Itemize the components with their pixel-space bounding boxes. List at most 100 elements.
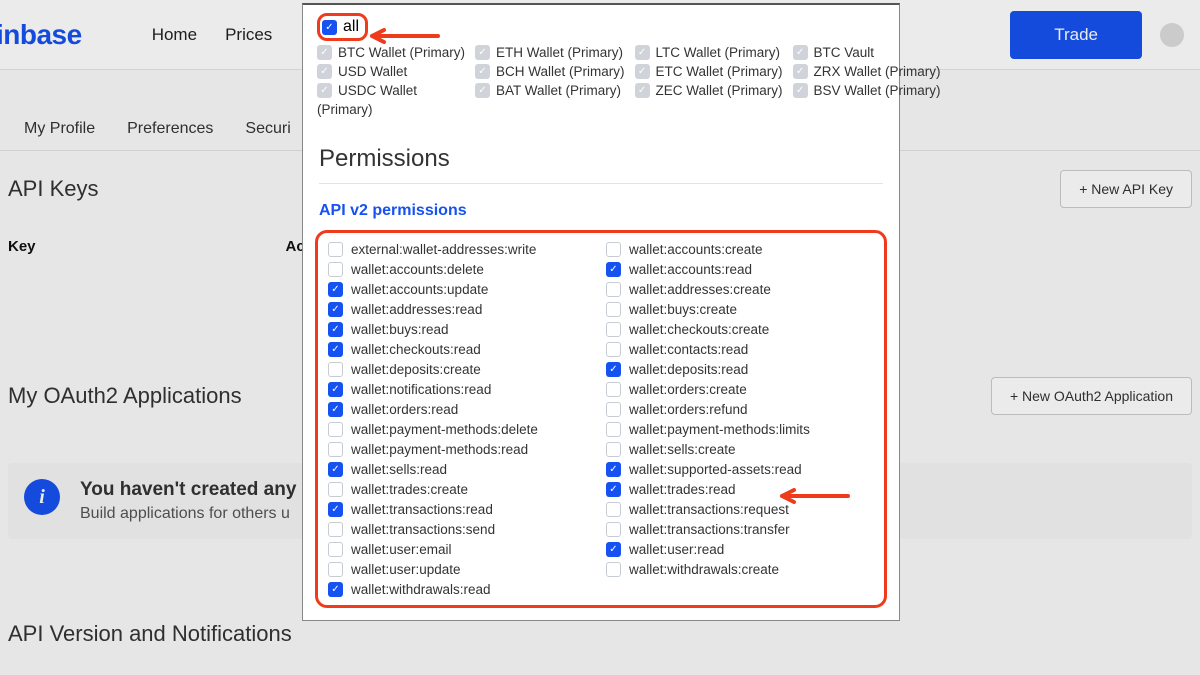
account-item[interactable]: ✓BTC Vault: [793, 45, 941, 60]
trade-button[interactable]: Trade: [1010, 11, 1142, 59]
tab-security[interactable]: Securi: [245, 120, 290, 138]
account-item[interactable]: ✓USDC Wallet: [317, 83, 465, 98]
checkbox-unchecked-icon[interactable]: [328, 562, 343, 577]
checkbox-checked-icon[interactable]: ✓: [606, 542, 621, 557]
account-item[interactable]: ✓ETH Wallet (Primary): [475, 45, 625, 60]
permission-item[interactable]: wallet:payment-methods:read: [328, 439, 596, 459]
permission-item[interactable]: wallet:deposits:create: [328, 359, 596, 379]
tab-my-profile[interactable]: My Profile: [24, 120, 95, 138]
permission-item[interactable]: ✓wallet:sells:read: [328, 459, 596, 479]
permission-item[interactable]: wallet:accounts:delete: [328, 259, 596, 279]
checkbox-checked-icon[interactable]: ✓: [328, 582, 343, 597]
permission-item[interactable]: wallet:orders:refund: [606, 399, 874, 419]
checkbox-unchecked-icon[interactable]: [606, 402, 621, 417]
checkbox-checked-icon[interactable]: ✓: [606, 262, 621, 277]
checkbox-checked-icon[interactable]: ✓: [317, 83, 332, 98]
checkbox-checked-icon[interactable]: ✓: [793, 83, 808, 98]
checkbox-checked-icon[interactable]: ✓: [328, 302, 343, 317]
checkbox-checked-icon[interactable]: ✓: [328, 342, 343, 357]
checkbox-checked-icon[interactable]: ✓: [328, 322, 343, 337]
permission-item[interactable]: wallet:payment-methods:limits: [606, 419, 874, 439]
checkbox-checked-icon[interactable]: ✓: [317, 64, 332, 79]
account-item[interactable]: ✓ZRX Wallet (Primary): [793, 64, 941, 79]
checkbox-unchecked-icon[interactable]: [328, 442, 343, 457]
account-item[interactable]: ✓USD Wallet: [317, 64, 465, 79]
permission-item[interactable]: ✓wallet:supported-assets:read: [606, 459, 874, 479]
checkbox-checked-icon[interactable]: ✓: [328, 462, 343, 477]
nav-prices[interactable]: Prices: [225, 25, 272, 45]
checkbox-unchecked-icon[interactable]: [606, 382, 621, 397]
permission-item[interactable]: ✓wallet:orders:read: [328, 399, 596, 419]
permission-item[interactable]: wallet:addresses:create: [606, 279, 874, 299]
permission-item[interactable]: wallet:user:email: [328, 539, 596, 559]
permission-item[interactable]: external:wallet-addresses:write: [328, 239, 596, 259]
permission-item[interactable]: wallet:checkouts:create: [606, 319, 874, 339]
account-item[interactable]: ✓ZEC Wallet (Primary): [635, 83, 783, 98]
permission-item[interactable]: wallet:transactions:request: [606, 499, 874, 519]
permission-item[interactable]: ✓wallet:deposits:read: [606, 359, 874, 379]
new-api-key-button[interactable]: + New API Key: [1060, 170, 1192, 208]
checkbox-checked-icon[interactable]: ✓: [635, 83, 650, 98]
account-item[interactable]: ✓ETC Wallet (Primary): [635, 64, 783, 79]
permission-item[interactable]: wallet:transactions:send: [328, 519, 596, 539]
permission-item[interactable]: wallet:transactions:transfer: [606, 519, 874, 539]
checkbox-unchecked-icon[interactable]: [606, 322, 621, 337]
checkbox-checked-icon[interactable]: ✓: [328, 282, 343, 297]
permission-item[interactable]: wallet:buys:create: [606, 299, 874, 319]
checkbox-unchecked-icon[interactable]: [606, 342, 621, 357]
checkbox-unchecked-icon[interactable]: [328, 542, 343, 557]
permission-item[interactable]: wallet:user:update: [328, 559, 596, 579]
permission-item[interactable]: ✓wallet:accounts:read: [606, 259, 874, 279]
checkbox-checked-icon[interactable]: ✓: [475, 45, 490, 60]
nav-home[interactable]: Home: [152, 25, 197, 45]
permission-item[interactable]: ✓wallet:notifications:read: [328, 379, 596, 399]
permission-item[interactable]: wallet:accounts:create: [606, 239, 874, 259]
checkbox-unchecked-icon[interactable]: [606, 522, 621, 537]
checkbox-unchecked-icon[interactable]: [328, 422, 343, 437]
checkbox-checked-icon[interactable]: ✓: [475, 64, 490, 79]
checkbox-checked-icon[interactable]: ✓: [793, 45, 808, 60]
permission-item[interactable]: wallet:contacts:read: [606, 339, 874, 359]
checkbox-unchecked-icon[interactable]: [328, 362, 343, 377]
permission-item[interactable]: ✓wallet:trades:read: [606, 479, 874, 499]
account-item[interactable]: ✓BCH Wallet (Primary): [475, 64, 625, 79]
permission-item[interactable]: wallet:sells:create: [606, 439, 874, 459]
checkbox-unchecked-icon[interactable]: [606, 442, 621, 457]
avatar[interactable]: [1160, 23, 1184, 47]
checkbox-checked-icon[interactable]: ✓: [606, 362, 621, 377]
checkbox-unchecked-icon[interactable]: [606, 282, 621, 297]
account-item[interactable]: ✓LTC Wallet (Primary): [635, 45, 783, 60]
account-item[interactable]: ✓BSV Wallet (Primary): [793, 83, 941, 98]
checkbox-checked-icon[interactable]: ✓: [322, 20, 337, 35]
tab-preferences[interactable]: Preferences: [127, 120, 213, 138]
checkbox-checked-icon[interactable]: ✓: [635, 64, 650, 79]
permission-item[interactable]: ✓wallet:checkouts:read: [328, 339, 596, 359]
checkbox-checked-icon[interactable]: ✓: [635, 45, 650, 60]
checkbox-unchecked-icon[interactable]: [606, 302, 621, 317]
checkbox-checked-icon[interactable]: ✓: [328, 382, 343, 397]
checkbox-unchecked-icon[interactable]: [328, 522, 343, 537]
checkbox-checked-icon[interactable]: ✓: [606, 482, 621, 497]
permission-item[interactable]: ✓wallet:withdrawals:read: [328, 579, 596, 599]
permission-item[interactable]: ✓wallet:addresses:read: [328, 299, 596, 319]
new-oauth-app-button[interactable]: + New OAuth2 Application: [991, 377, 1192, 415]
checkbox-checked-icon[interactable]: ✓: [606, 462, 621, 477]
checkbox-unchecked-icon[interactable]: [328, 482, 343, 497]
checkbox-unchecked-icon[interactable]: [606, 242, 621, 257]
permission-item[interactable]: ✓wallet:buys:read: [328, 319, 596, 339]
checkbox-checked-icon[interactable]: ✓: [328, 402, 343, 417]
permission-item[interactable]: wallet:payment-methods:delete: [328, 419, 596, 439]
permission-item[interactable]: ✓wallet:user:read: [606, 539, 874, 559]
checkbox-unchecked-icon[interactable]: [606, 562, 621, 577]
checkbox-unchecked-icon[interactable]: [606, 502, 621, 517]
permission-item[interactable]: ✓wallet:accounts:update: [328, 279, 596, 299]
checkbox-unchecked-icon[interactable]: [328, 242, 343, 257]
checkbox-checked-icon[interactable]: ✓: [475, 83, 490, 98]
permission-item[interactable]: wallet:trades:create: [328, 479, 596, 499]
account-item[interactable]: ✓BAT Wallet (Primary): [475, 83, 625, 98]
checkbox-checked-icon[interactable]: ✓: [317, 45, 332, 60]
permission-item[interactable]: ✓wallet:transactions:read: [328, 499, 596, 519]
checkbox-checked-icon[interactable]: ✓: [328, 502, 343, 517]
checkbox-checked-icon[interactable]: ✓: [793, 64, 808, 79]
permission-item[interactable]: wallet:withdrawals:create: [606, 559, 874, 579]
